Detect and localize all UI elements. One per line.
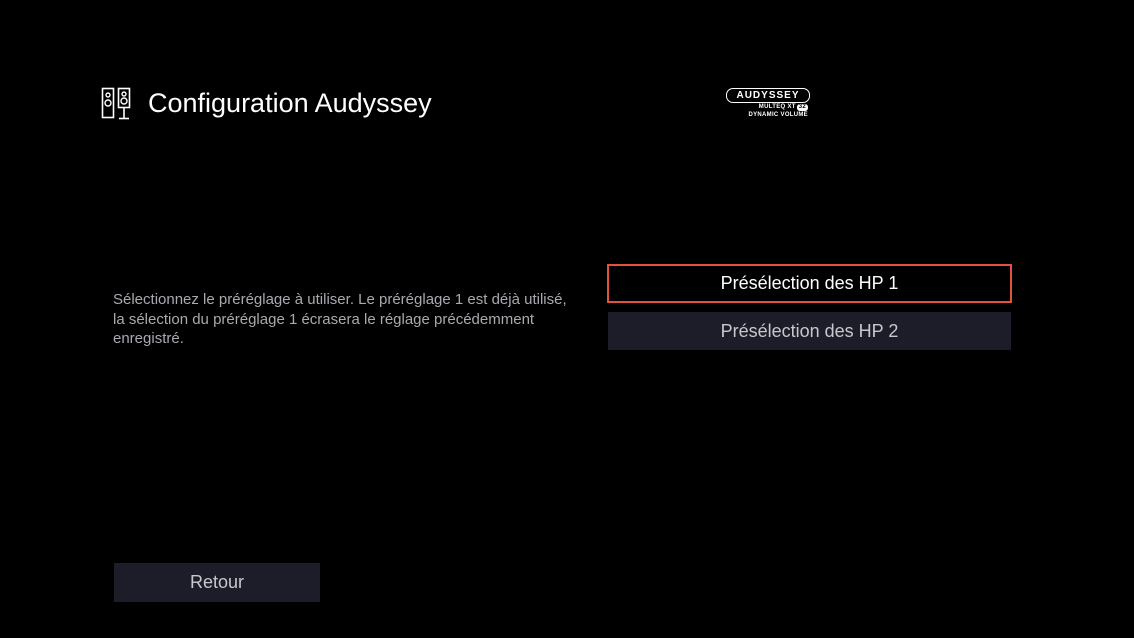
multeq-label: MULTEQ XT 32	[759, 104, 808, 111]
page-title: Configuration Audyssey	[148, 88, 432, 118]
instruction-text: Sélectionnez le préréglage à utiliser. L…	[113, 291, 567, 347]
audyssey-brand-mark: AUDYSSEY	[726, 88, 810, 103]
preset-1-button[interactable]: Présélection des HP 1	[607, 264, 1012, 303]
audyssey-logo: AUDYSSEY MULTEQ XT 32 DYNAMIC VOLUME	[726, 88, 810, 120]
dynamic-volume-label: DYNAMIC VOLUME	[748, 112, 808, 118]
preset-2-button[interactable]: Présélection des HP 2	[608, 312, 1011, 350]
audyssey-setup-screen: Configuration Audyssey AUDYSSEY MULTEQ X…	[0, 0, 1134, 638]
multeq-text: MULTEQ XT	[758, 104, 796, 110]
speakers-icon	[101, 87, 131, 120]
multeq-badge: 32	[796, 104, 808, 111]
back-button[interactable]: Retour	[114, 563, 320, 602]
